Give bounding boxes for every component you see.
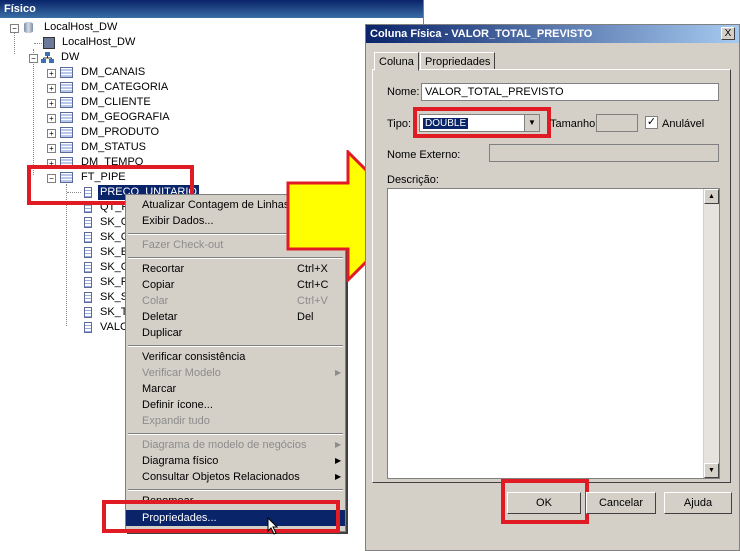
column-properties-dialog: Coluna Física - VALOR_TOTAL_PREVISTO X C… — [365, 24, 740, 551]
expand-icon[interactable]: + — [47, 84, 56, 93]
expand-icon[interactable]: + — [47, 99, 56, 108]
menu-item-query-related[interactable]: Consultar Objetos Relacionados ▶ — [126, 469, 345, 485]
column-icon — [84, 232, 92, 243]
table-icon — [60, 67, 73, 78]
external-name-input[interactable] — [489, 144, 719, 162]
tree-node-table[interactable]: DM_CATEGORIA — [81, 80, 168, 95]
tree-node-column[interactable]: SK_T — [100, 305, 128, 320]
menu-item-duplicate[interactable]: Duplicar — [126, 325, 345, 341]
panel-title: Físico — [0, 0, 424, 18]
column-icon — [84, 217, 92, 228]
column-icon — [84, 307, 92, 318]
collapse-icon[interactable]: − — [29, 54, 38, 63]
highlight-box-properties — [102, 500, 340, 533]
highlight-box-ok — [501, 479, 589, 524]
tree-node-column[interactable]: SK_P — [100, 275, 128, 290]
menu-item-check-consistency[interactable]: Verificar consistência — [126, 349, 345, 365]
name-label: Nome: — [387, 86, 420, 98]
tree-node-server[interactable]: LocalHost_DW — [62, 35, 135, 50]
table-icon — [60, 112, 73, 123]
description-textarea[interactable]: ▲ ▼ — [387, 188, 720, 479]
expand-icon[interactable]: + — [47, 69, 56, 78]
table-icon — [60, 82, 73, 93]
description-label: Descrição: — [387, 174, 439, 186]
tree-node-table[interactable]: DM_GEOGRAFIA — [81, 110, 170, 125]
name-input[interactable]: VALOR_TOTAL_PREVISTO — [421, 83, 719, 101]
column-icon — [84, 247, 92, 258]
tree-node-root[interactable]: LocalHost_DW — [44, 20, 117, 35]
menu-item-business-diagram[interactable]: Diagrama de modelo de negócios ▶ — [126, 437, 345, 453]
tree-node-table[interactable]: DM_CANAIS — [81, 65, 145, 80]
database-icon — [24, 22, 33, 33]
menu-item-physical-diagram[interactable]: Diagrama físico ▶ — [126, 453, 345, 469]
server-icon — [43, 37, 55, 49]
type-label: Tipo: — [387, 118, 412, 130]
cancel-button[interactable]: Cancelar — [586, 492, 656, 514]
schema-icon — [41, 52, 54, 63]
tree-node-column[interactable]: VALC — [100, 320, 128, 335]
mouse-cursor-icon — [267, 517, 279, 535]
menu-item-expand-all[interactable]: Expandir tudo — [126, 413, 345, 429]
menu-item-mark[interactable]: Marcar — [126, 381, 345, 397]
expand-icon[interactable]: + — [47, 129, 56, 138]
scroll-down-icon[interactable]: ▼ — [704, 463, 719, 478]
nullable-checkbox[interactable]: ✓ — [645, 116, 658, 129]
scrollbar[interactable]: ▲ ▼ — [703, 189, 719, 478]
table-icon — [60, 142, 73, 153]
highlight-box-type — [413, 107, 551, 138]
tree-node-table[interactable]: DM_CLIENTE — [81, 95, 151, 110]
expand-icon[interactable]: + — [47, 144, 56, 153]
menu-item-set-icon[interactable]: Definir ícone... — [126, 397, 345, 413]
external-name-label: Nome Externo: — [387, 149, 461, 161]
menu-item-paste[interactable]: Colar Ctrl+V — [126, 293, 345, 309]
menu-item-delete[interactable]: Deletar Del — [126, 309, 345, 325]
tab-properties[interactable]: Propriedades — [420, 52, 496, 70]
column-icon — [84, 322, 92, 333]
help-button[interactable]: Ajuda — [664, 492, 732, 514]
tree-node-column[interactable]: SK_S — [100, 290, 128, 305]
column-icon — [84, 262, 92, 273]
submenu-arrow-icon: ▶ — [335, 472, 342, 481]
submenu-arrow-icon: ▶ — [335, 368, 342, 377]
tree-node-column[interactable]: SK_E — [100, 245, 128, 260]
table-icon — [60, 97, 73, 108]
expand-icon[interactable]: + — [47, 114, 56, 123]
scroll-up-icon[interactable]: ▲ — [704, 189, 719, 204]
tab-column[interactable]: Coluna — [374, 52, 419, 71]
table-icon — [60, 127, 73, 138]
column-icon — [84, 277, 92, 288]
tree-node-schema[interactable]: DW — [61, 50, 79, 65]
tree-node-table[interactable]: DM_STATUS — [81, 140, 146, 155]
column-icon — [84, 292, 92, 303]
size-input[interactable] — [596, 114, 638, 132]
nullable-label: Anulável — [662, 118, 705, 130]
submenu-arrow-icon: ▶ — [335, 456, 342, 465]
submenu-arrow-icon: ▶ — [335, 440, 342, 449]
collapse-icon[interactable]: − — [10, 24, 19, 33]
menu-item-check-model[interactable]: Verificar Modelo ▶ — [126, 365, 345, 381]
size-label: Tamanho: — [550, 118, 599, 130]
close-icon[interactable]: X — [721, 27, 735, 40]
tree-node-table[interactable]: DM_PRODUTO — [81, 125, 159, 140]
dialog-title: Coluna Física - VALOR_TOTAL_PREVISTO — [366, 25, 739, 43]
